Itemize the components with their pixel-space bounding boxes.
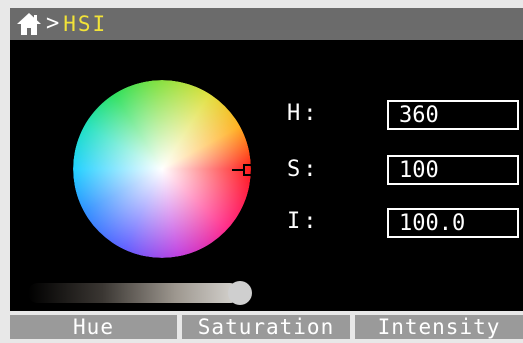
i-label: I:: [287, 209, 320, 234]
h-value-field[interactable]: 360: [387, 100, 519, 130]
home-icon[interactable]: [16, 12, 42, 36]
s-value-field[interactable]: 100: [387, 155, 519, 185]
tab-intensity[interactable]: Intensity: [355, 315, 523, 339]
h-label: H:: [287, 101, 320, 126]
left-frame: [0, 8, 10, 343]
tab-hue[interactable]: Hue: [10, 315, 177, 339]
page-title: HSI: [63, 12, 108, 36]
tab-saturation[interactable]: Saturation: [182, 315, 350, 339]
s-label: S:: [287, 157, 320, 182]
brightness-slider-thumb[interactable]: [228, 281, 252, 305]
color-wheel[interactable]: [73, 80, 251, 258]
breadcrumb-separator: >: [46, 11, 60, 36]
tab-bar: Hue Saturation Intensity: [0, 311, 523, 343]
top-frame: [0, 0, 523, 8]
hue-marker[interactable]: [232, 160, 254, 180]
brightness-slider-track[interactable]: [28, 283, 240, 303]
title-bar: > HSI: [10, 8, 523, 40]
i-value-field[interactable]: 100.0: [387, 208, 519, 238]
